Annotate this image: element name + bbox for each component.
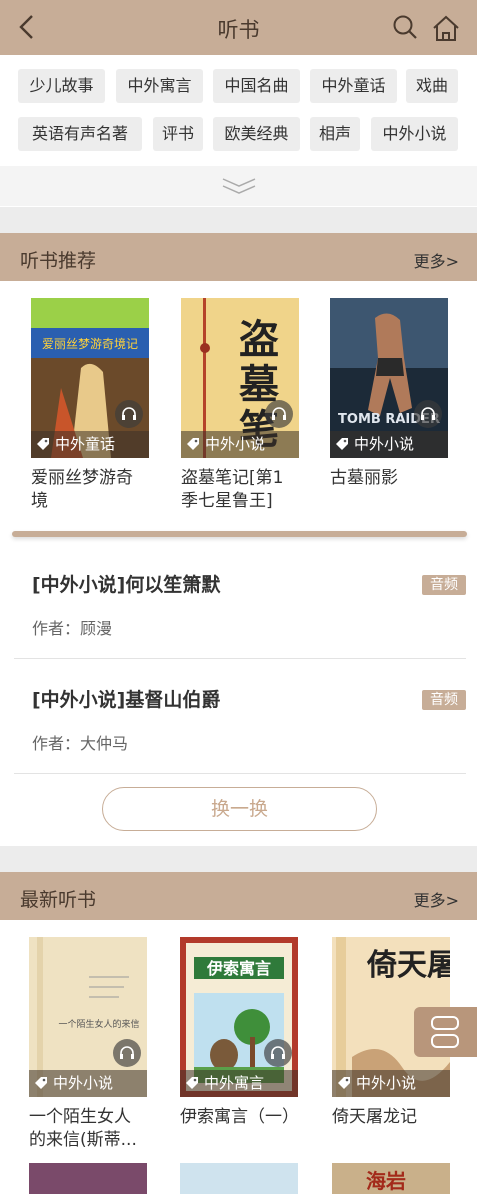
tag-icon (37, 438, 49, 450)
recommend-header: 听书推荐 更多> (0, 233, 477, 281)
headphones-icon (421, 407, 435, 420)
category-tag: 中外小说 (181, 431, 299, 458)
category-chip[interactable]: 中外童话 (310, 69, 397, 103)
book-cover[interactable]: 爱丽丝梦游奇境记 中外童话 (31, 298, 149, 458)
book-cover-partial[interactable] (180, 1163, 298, 1194)
item-author: 作者：大仲马 (32, 734, 129, 753)
swap-button[interactable]: 换一换 (102, 787, 377, 831)
floating-menu-button[interactable] (414, 1007, 477, 1057)
tag-label: 中外小说 (53, 1074, 114, 1092)
tag-label: 中外童话 (55, 435, 116, 453)
book-card[interactable]: 盗 墓 笔 中外小说 盗墓笔记[第1季七星鲁王] (181, 298, 299, 513)
tag-icon (338, 1077, 350, 1089)
top-bar: 听书 (0, 0, 477, 55)
item-title[interactable]: [中外小说]何以笙箫默 (32, 570, 220, 597)
book-title[interactable]: 倚天屠龙记 (332, 1106, 450, 1129)
divider (12, 531, 467, 537)
latest-header: 最新听书 更多> (0, 872, 477, 920)
book-title[interactable]: 伊索寓言（一） (180, 1106, 299, 1129)
audio-badge: 音频 (422, 690, 466, 710)
headphones-icon (271, 1046, 285, 1059)
category-tag: 中外童话 (31, 431, 149, 458)
tag-icon (186, 1077, 198, 1089)
section-title: 听书推荐 (20, 250, 97, 272)
menu-icon (431, 1016, 459, 1048)
headphones-badge (264, 1039, 292, 1067)
tag-icon (336, 438, 348, 450)
cover-title-text: 一个陌生女人的来信 (58, 1018, 139, 1030)
book-cover-partial[interactable]: 海岩 (332, 1163, 450, 1194)
book-cover[interactable]: 盗 墓 笔 中外小说 (181, 298, 299, 458)
category-chip[interactable]: 中外小说 (371, 117, 458, 151)
category-chip[interactable]: 相声 (310, 117, 360, 151)
headphones-badge (265, 400, 293, 428)
tag-icon (35, 1077, 47, 1089)
category-chip[interactable]: 中外寓言 (116, 69, 203, 103)
category-chip[interactable]: 少儿故事 (18, 69, 105, 103)
item-author: 作者：顾漫 (32, 619, 113, 638)
book-cover[interactable]: 一个陌生女人的来信 中外小说 (29, 937, 147, 1097)
section-gap (0, 846, 477, 872)
headphones-icon (272, 407, 286, 420)
cover-title-text: 爱丽丝梦游奇境记 (42, 336, 138, 351)
cover-title-text: 倚天屠龙 (366, 948, 450, 983)
double-chevron-down-icon (222, 178, 256, 194)
more-link[interactable]: 更多> (414, 248, 459, 272)
category-chip[interactable]: 中国名曲 (213, 69, 300, 103)
book-title[interactable]: 盗墓笔记[第1季七星鲁王] (181, 467, 299, 513)
book-cover-partial[interactable] (29, 1163, 147, 1194)
section-title: 最新听书 (20, 889, 97, 911)
category-tag: 中外小说 (330, 431, 448, 458)
headphones-icon (122, 407, 136, 420)
svg-text:盗: 盗 (239, 317, 279, 363)
book-title[interactable]: 古墓丽影 (330, 467, 448, 490)
list-item[interactable]: [中外小说]基督山伯爵 作者：大仲马 音频 (14, 659, 466, 774)
list-item[interactable]: [中外小说]何以笙箫默 作者：顾漫 音频 (14, 544, 466, 659)
book-title[interactable]: 一个陌生女人的来信(斯蒂... (29, 1106, 147, 1152)
category-chip[interactable]: 戏曲 (406, 69, 458, 103)
category-chip[interactable]: 英语有声名著 (18, 117, 142, 151)
headphones-badge (115, 400, 143, 428)
headphones-icon (120, 1046, 134, 1059)
cover-title-text: 伊索寓言 (206, 959, 271, 978)
book-card[interactable]: 爱丽丝梦游奇境记 中外童话 爱丽丝梦游奇境 (31, 298, 149, 513)
category-chip[interactable]: 欧美经典 (213, 117, 300, 151)
category-chip[interactable]: 评书 (153, 117, 203, 151)
category-tag: 中外小说 (332, 1070, 450, 1097)
item-title[interactable]: [中外小说]基督山伯爵 (32, 685, 220, 712)
book-card[interactable]: TOMB RAIDER 中外小说 古墓丽影 (330, 298, 448, 490)
category-tag: 中外寓言 (180, 1070, 298, 1097)
book-card[interactable]: 伊索寓言 中外寓言 伊索寓言（一） (180, 937, 299, 1129)
home-icon[interactable] (431, 13, 461, 43)
tag-icon (187, 438, 199, 450)
search-icon[interactable] (392, 14, 418, 40)
tag-label: 中外寓言 (204, 1074, 265, 1092)
tag-label: 中外小说 (205, 435, 266, 453)
headphones-badge (414, 400, 442, 428)
section-gap (0, 207, 477, 233)
book-cover[interactable]: TOMB RAIDER 中外小说 (330, 298, 448, 458)
tag-label: 中外小说 (356, 1074, 417, 1092)
book-cover[interactable]: 伊索寓言 中外寓言 (180, 937, 298, 1097)
book-title[interactable]: 爱丽丝梦游奇境 (31, 467, 149, 513)
tag-label: 中外小说 (354, 435, 415, 453)
category-tag: 中外小说 (29, 1070, 147, 1097)
headphones-badge (113, 1039, 141, 1067)
book-card[interactable]: 一个陌生女人的来信 中外小说 一个陌生女人的来信(斯蒂... (29, 937, 147, 1152)
audio-badge: 音频 (422, 575, 466, 595)
cover-title-text: 海岩 (366, 1169, 406, 1193)
more-link[interactable]: 更多> (414, 887, 459, 911)
expand-categories[interactable] (0, 166, 477, 206)
